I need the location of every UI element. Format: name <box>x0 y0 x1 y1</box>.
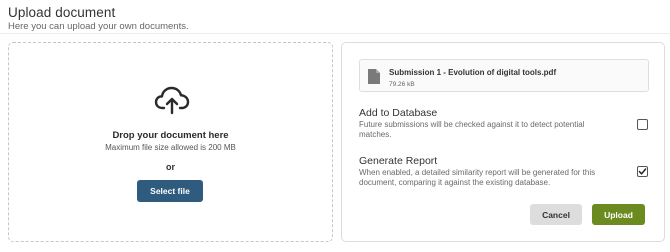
upload-options-panel: Submission 1 - Evolution of digital tool… <box>341 42 665 242</box>
add-to-database-label: Add to Database <box>359 107 438 119</box>
header-divider <box>0 33 670 34</box>
add-to-database-checkbox[interactable] <box>637 119 648 130</box>
generate-report-checkbox[interactable] <box>637 166 648 177</box>
cloud-upload-icon <box>154 86 190 115</box>
file-size: 79.26 kB <box>389 81 415 88</box>
upload-button[interactable]: Upload <box>592 204 645 225</box>
file-name: Submission 1 - Evolution of digital tool… <box>389 68 557 77</box>
selected-file-card: Submission 1 - Evolution of digital tool… <box>359 59 649 92</box>
file-dropzone[interactable]: Drop your document here Maximum file siz… <box>8 42 333 242</box>
generate-report-description: When enabled, a detailed similarity repo… <box>359 168 596 187</box>
page-subtitle: Here you can upload your own documents. <box>8 21 189 32</box>
page-header: Upload document Here you can upload your… <box>8 5 189 32</box>
or-separator: or <box>166 162 175 172</box>
page-title: Upload document <box>8 5 116 20</box>
generate-report-label: Generate Report <box>359 155 438 167</box>
check-icon <box>638 168 647 175</box>
add-to-database-description: Future submissions will be checked again… <box>359 120 585 139</box>
dropzone-title: Drop your document here <box>112 130 229 141</box>
select-file-button[interactable]: Select file <box>137 180 203 202</box>
add-to-database-option: Add to Database Future submissions will … <box>359 107 629 140</box>
dropzone-hint: Maximum file size allowed is 200 MB <box>105 143 236 152</box>
generate-report-option: Generate Report When enabled, a detailed… <box>359 155 629 188</box>
cancel-button[interactable]: Cancel <box>530 204 582 225</box>
file-icon <box>368 69 380 84</box>
